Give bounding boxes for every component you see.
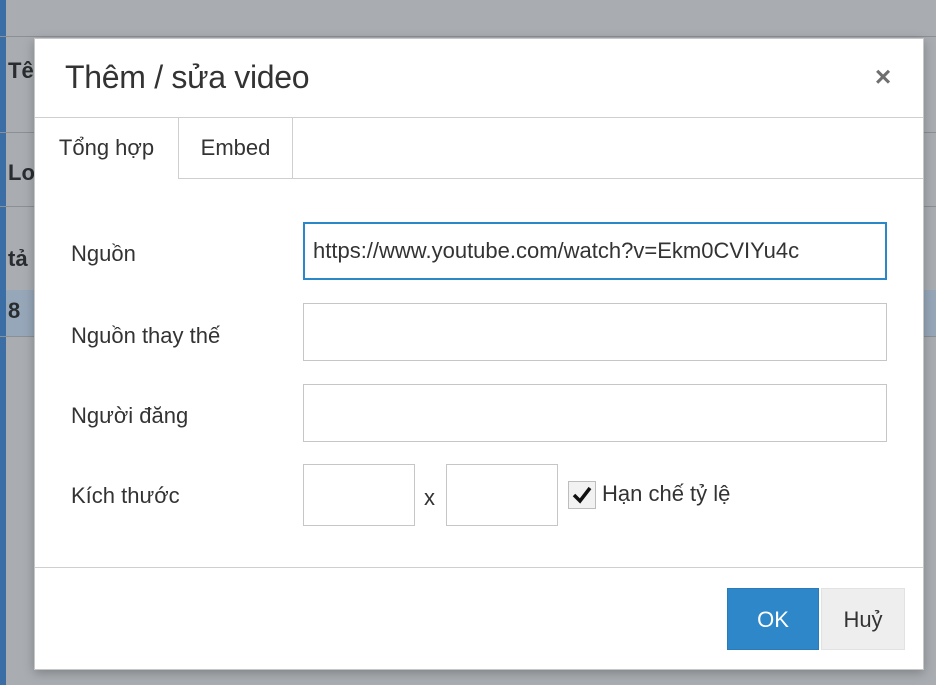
dialog-footer: OK Huỷ (35, 567, 923, 670)
background-row-label: 8 (8, 298, 21, 323)
video-dialog: Thêm / sửa video × Tổng hợp Embed Nguồn … (34, 38, 924, 670)
background-row-label: Tê (8, 58, 34, 83)
height-input[interactable] (446, 464, 558, 526)
tab-general[interactable]: Tổng hợp (35, 118, 179, 179)
dialog-title: Thêm / sửa video (65, 59, 310, 95)
size-separator: x (424, 485, 435, 510)
cancel-button[interactable]: Huỷ (821, 588, 905, 650)
ok-button[interactable]: OK (727, 588, 819, 650)
constrain-checkbox[interactable] (568, 481, 596, 509)
constrain-label[interactable]: Hạn chế tỷ lệ (602, 481, 730, 507)
background-row-divider (0, 36, 936, 37)
poster-input[interactable] (303, 384, 887, 442)
background-left-border (0, 0, 6, 685)
tab-embed[interactable]: Embed (179, 118, 293, 178)
dialog-header: Thêm / sửa video × (35, 39, 923, 118)
dialog-tabs: Tổng hợp Embed (35, 118, 923, 179)
checkmark-icon (572, 486, 592, 504)
source-input[interactable] (303, 222, 887, 280)
poster-label: Người đăng (71, 403, 189, 428)
width-input[interactable] (303, 464, 415, 526)
background-row-label: Lo (8, 160, 35, 185)
size-label: Kích thước (71, 483, 180, 508)
alt-source-input[interactable] (303, 303, 887, 361)
background-row-label: tả (8, 246, 28, 271)
source-label: Nguồn (71, 241, 136, 266)
alt-source-label: Nguồn thay thế (71, 323, 221, 348)
close-icon[interactable]: × (869, 63, 897, 91)
